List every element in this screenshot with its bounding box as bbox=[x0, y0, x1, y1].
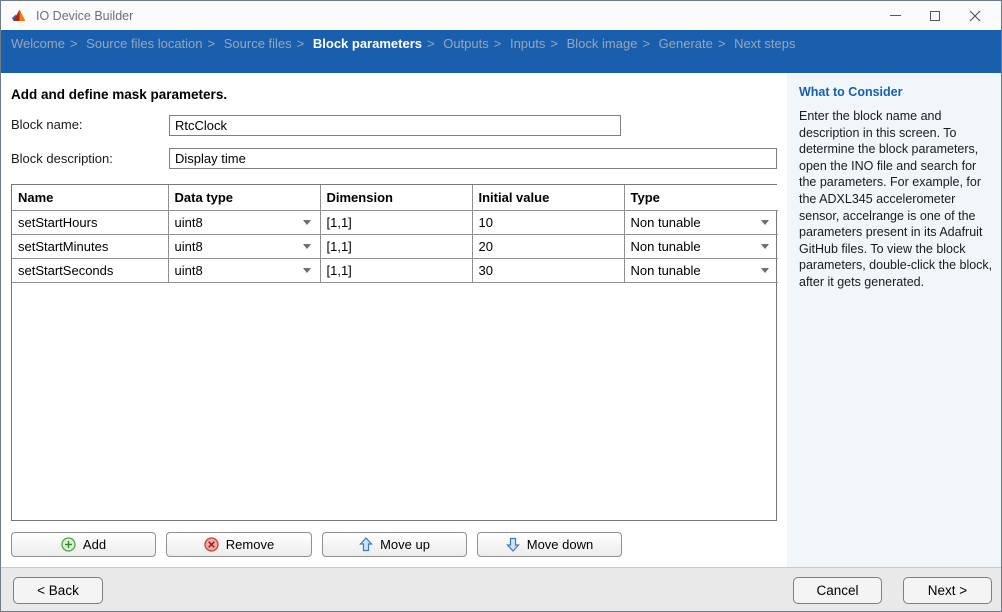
footer-bar: < Back Cancel Next > bbox=[1, 567, 1001, 612]
cell-text: Non tunable bbox=[631, 263, 701, 278]
breadcrumb-separator: > bbox=[297, 36, 305, 51]
window-title: IO Device Builder bbox=[36, 9, 133, 23]
cell-type-dropdown[interactable]: Non tunable bbox=[624, 258, 778, 282]
column-header-name: Name bbox=[12, 185, 168, 210]
breadcrumb-separator: > bbox=[718, 36, 726, 51]
cell-text: setStartHours bbox=[18, 215, 97, 230]
cell-text: 30 bbox=[479, 263, 493, 278]
breadcrumb-separator: > bbox=[494, 36, 502, 51]
cell-text: [1,1] bbox=[327, 239, 352, 254]
move-down-button[interactable]: Move down bbox=[477, 532, 622, 557]
dropdown-arrow-icon[interactable] bbox=[761, 220, 769, 225]
breadcrumb-separator: > bbox=[550, 36, 558, 51]
cell-text: [1,1] bbox=[327, 263, 352, 278]
breadcrumb-outputs[interactable]: Outputs bbox=[443, 36, 489, 51]
column-header-data-type: Data type bbox=[168, 185, 320, 210]
what-to-consider-panel: What to Consider Enter the block name an… bbox=[787, 73, 1002, 567]
breadcrumb-separator: > bbox=[642, 36, 650, 51]
breadcrumb-source-files-location[interactable]: Source files location bbox=[86, 36, 202, 51]
cell-data-type-dropdown[interactable]: uint8 bbox=[168, 258, 320, 282]
cell-data-type-dropdown[interactable]: uint8 bbox=[168, 234, 320, 258]
breadcrumb-next-steps[interactable]: Next steps bbox=[734, 36, 795, 51]
dropdown-arrow-icon[interactable] bbox=[303, 244, 311, 249]
column-header-dimension: Dimension bbox=[320, 185, 472, 210]
breadcrumb-welcome[interactable]: Welcome bbox=[11, 36, 65, 51]
table-row: setStartSeconds uint8 [1,1] 30 Non tunab… bbox=[12, 258, 778, 282]
cell-text: uint8 bbox=[175, 215, 203, 230]
cell-dimension[interactable]: [1,1] bbox=[320, 258, 472, 282]
io-device-builder-window: IO Device Builder Welcome > Source files … bbox=[0, 0, 1002, 612]
back-button[interactable]: < Back bbox=[13, 577, 103, 604]
cell-text: 20 bbox=[479, 239, 493, 254]
matlab-logo-icon bbox=[10, 7, 27, 24]
arrow-down-icon bbox=[506, 537, 520, 552]
table-header-row: Name Data type Dimension Initial value T… bbox=[12, 185, 778, 210]
breadcrumb-separator: > bbox=[427, 36, 435, 51]
cell-text: Non tunable bbox=[631, 239, 701, 254]
parameters-table: Name Data type Dimension Initial value T… bbox=[11, 184, 777, 521]
cell-initial-value[interactable]: 10 bbox=[472, 210, 624, 234]
cell-text: uint8 bbox=[175, 239, 203, 254]
plus-circle-icon bbox=[61, 537, 76, 552]
maximize-icon bbox=[930, 11, 940, 21]
table-row: setStartHours uint8 [1,1] 10 Non tunable bbox=[12, 210, 778, 234]
block-description-input[interactable] bbox=[169, 148, 777, 169]
page-title: Add and define mask parameters. bbox=[11, 87, 227, 102]
cell-text: 10 bbox=[479, 215, 493, 230]
cell-dimension[interactable]: [1,1] bbox=[320, 210, 472, 234]
sidebar-heading: What to Consider bbox=[799, 85, 993, 99]
table-row: setStartMinutes uint8 [1,1] 20 Non tunab… bbox=[12, 234, 778, 258]
close-button[interactable] bbox=[955, 1, 995, 30]
wizard-breadcrumb: Welcome > Source files location > Source f… bbox=[1, 30, 1001, 73]
dropdown-arrow-icon[interactable] bbox=[303, 268, 311, 273]
cell-initial-value[interactable]: 30 bbox=[472, 258, 624, 282]
cell-name[interactable]: setStartHours bbox=[12, 210, 168, 234]
breadcrumb-block-parameters-current[interactable]: Block parameters bbox=[313, 36, 422, 51]
breadcrumb-generate[interactable]: Generate bbox=[659, 36, 713, 51]
cancel-button[interactable]: Cancel bbox=[793, 577, 882, 604]
minimize-icon bbox=[890, 15, 901, 16]
column-header-initial-value: Initial value bbox=[472, 185, 624, 210]
arrow-up-icon bbox=[359, 537, 373, 552]
breadcrumb-source-files[interactable]: Source files bbox=[224, 36, 292, 51]
move-down-button-label: Move down bbox=[527, 537, 593, 552]
cell-text: [1,1] bbox=[327, 215, 352, 230]
breadcrumb-separator: > bbox=[70, 36, 78, 51]
cell-text: setStartMinutes bbox=[18, 239, 108, 254]
close-icon bbox=[969, 10, 981, 22]
cell-name[interactable]: setStartSeconds bbox=[12, 258, 168, 282]
maximize-button[interactable] bbox=[915, 1, 955, 30]
breadcrumb-inputs[interactable]: Inputs bbox=[510, 36, 545, 51]
sidebar-help-text: Enter the block name and description in … bbox=[799, 108, 995, 291]
block-description-label: Block description: bbox=[11, 151, 113, 166]
add-button-label: Add bbox=[83, 537, 106, 552]
cell-type-dropdown[interactable]: Non tunable bbox=[624, 210, 778, 234]
cell-text: setStartSeconds bbox=[18, 263, 113, 278]
move-up-button[interactable]: Move up bbox=[322, 532, 467, 557]
cell-text: uint8 bbox=[175, 263, 203, 278]
minimize-button[interactable] bbox=[875, 1, 915, 30]
titlebar: IO Device Builder bbox=[1, 1, 1001, 30]
dropdown-arrow-icon[interactable] bbox=[761, 268, 769, 273]
cell-text: Non tunable bbox=[631, 215, 701, 230]
column-header-type: Type bbox=[624, 185, 778, 210]
cell-dimension[interactable]: [1,1] bbox=[320, 234, 472, 258]
move-up-button-label: Move up bbox=[380, 537, 430, 552]
block-name-label: Block name: bbox=[11, 117, 83, 132]
cell-type-dropdown[interactable]: Non tunable bbox=[624, 234, 778, 258]
add-button[interactable]: Add bbox=[11, 532, 156, 557]
remove-button[interactable]: Remove bbox=[166, 532, 312, 557]
breadcrumb-block-image[interactable]: Block image bbox=[567, 36, 638, 51]
remove-circle-icon bbox=[204, 537, 219, 552]
breadcrumb-separator: > bbox=[208, 36, 216, 51]
block-name-input[interactable] bbox=[169, 115, 621, 136]
cell-data-type-dropdown[interactable]: uint8 bbox=[168, 210, 320, 234]
dropdown-arrow-icon[interactable] bbox=[761, 244, 769, 249]
cell-name[interactable]: setStartMinutes bbox=[12, 234, 168, 258]
next-button[interactable]: Next > bbox=[903, 577, 992, 604]
dropdown-arrow-icon[interactable] bbox=[303, 220, 311, 225]
cell-initial-value[interactable]: 20 bbox=[472, 234, 624, 258]
remove-button-label: Remove bbox=[226, 537, 274, 552]
